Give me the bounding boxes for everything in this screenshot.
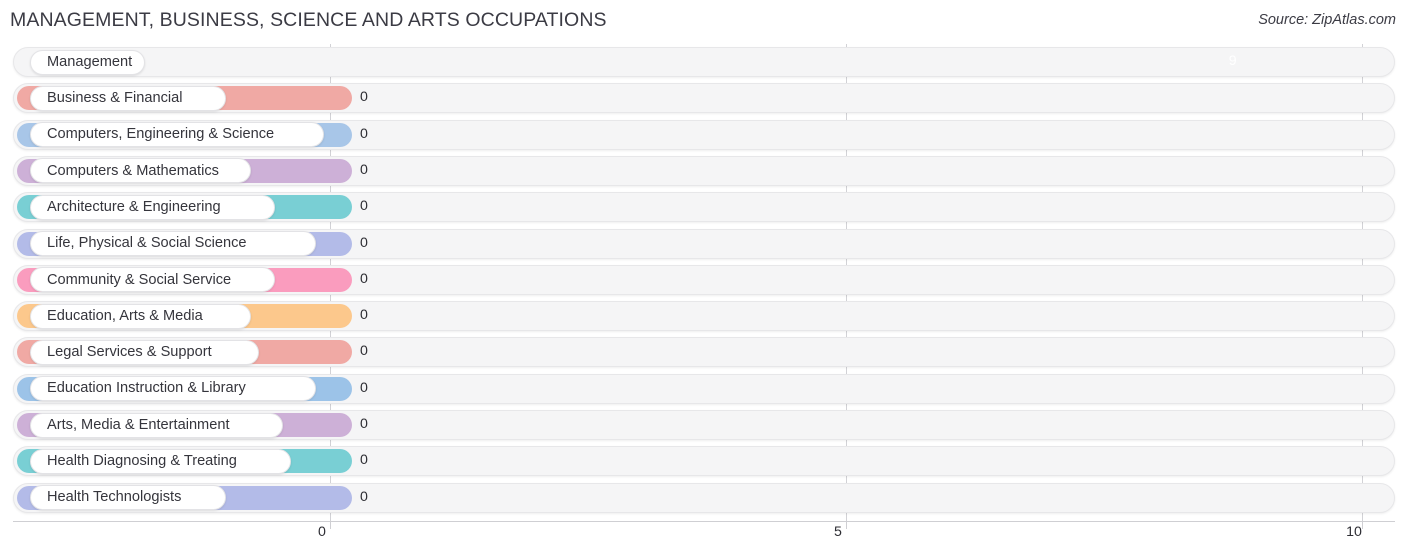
bar-value-label: 0: [360, 379, 368, 396]
category-label-pill: Health Technologists: [30, 485, 226, 511]
axis-line: [13, 521, 1395, 522]
category-label-pill: Health Diagnosing & Treating: [30, 448, 291, 474]
chart-header: MANAGEMENT, BUSINESS, SCIENCE AND ARTS O…: [0, 0, 1406, 44]
bar-row[interactable]: Management 9: [0, 44, 1406, 80]
bar-row[interactable]: Business & Financial 0: [0, 80, 1406, 116]
category-label-pill: Education, Arts & Media: [30, 303, 251, 329]
category-label: Health Diagnosing & Treating: [47, 453, 237, 469]
tick-label: 10: [1346, 524, 1362, 540]
category-label: Management: [47, 53, 133, 70]
bar-row[interactable]: Education Instruction & Library 0: [0, 371, 1406, 407]
bar-value-label: 0: [360, 198, 368, 215]
plot-area: Management 9 Business & Financial 0 Computer…: [0, 44, 1406, 521]
bar-value-label: 0: [360, 416, 368, 432]
bar-row[interactable]: Architecture & Engineering 0: [0, 189, 1406, 225]
chart-page: MANAGEMENT, BUSINESS, SCIENCE AND ARTS O…: [0, 0, 1406, 558]
bar-row[interactable]: Life, Physical & Social Science 0: [0, 226, 1406, 262]
category-label: Architecture & Engineering: [47, 198, 221, 215]
category-label-pill: Arts, Media & Entertainment: [30, 412, 283, 438]
bar-row[interactable]: Computers, Engineering & Science 0: [0, 117, 1406, 153]
category-label: Health Technologists: [47, 489, 182, 506]
x-axis: 0 5 10: [0, 521, 1406, 558]
category-label: Computers & Mathematics: [47, 162, 219, 179]
bar-row[interactable]: Community & Social Service 0: [0, 262, 1406, 298]
category-label: Education Instruction & Library: [47, 380, 246, 397]
bar-row[interactable]: Health Technologists 0: [0, 480, 1406, 516]
category-label: Community & Social Service: [47, 271, 232, 288]
bar-row[interactable]: Education, Arts & Media 0: [0, 298, 1406, 334]
bar-value-label: 0: [360, 343, 368, 360]
bar-value-label: 9: [1228, 53, 1237, 69]
category-label-pill: Legal Services & Support: [30, 339, 259, 365]
bar-value-label: 0: [360, 488, 368, 505]
category-label-pill: Community & Social Service: [30, 267, 275, 293]
tick-mark: [846, 521, 847, 529]
category-label: Life, Physical & Social Science: [47, 235, 247, 252]
bar-value-label: 0: [360, 307, 368, 324]
bar-value-label: 0: [360, 452, 368, 469]
category-label: Legal Services & Support: [47, 344, 212, 361]
category-label-pill: Education Instruction & Library: [30, 376, 316, 402]
bar-row[interactable]: Health Diagnosing & Treating 0: [0, 443, 1406, 479]
category-label-pill: Architecture & Engineering: [30, 194, 275, 220]
bar-row[interactable]: Arts, Media & Entertainment 0: [0, 407, 1406, 443]
category-label-pill: Business & Financial: [30, 85, 226, 111]
bar-value-label: 0: [360, 161, 368, 178]
category-label-pill: Computers, Engineering & Science: [30, 122, 324, 148]
bar-row[interactable]: Computers & Mathematics 0: [0, 153, 1406, 189]
bar-value-label: 0: [360, 125, 368, 142]
source-attribution: Source: ZipAtlas.com: [1258, 12, 1396, 28]
category-label: Arts, Media & Entertainment: [47, 416, 230, 433]
bar-value-label: 0: [360, 89, 368, 106]
value-bar[interactable]: [17, 50, 1259, 74]
bar-value-label: 0: [360, 234, 368, 251]
tick-mark: [1362, 521, 1363, 529]
category-label-pill: Life, Physical & Social Science: [30, 231, 316, 256]
category-label-pill: Management: [30, 49, 145, 75]
tick-mark: [330, 521, 331, 529]
category-label: Computers, Engineering & Science: [47, 126, 275, 143]
category-label: Business & Financial: [47, 90, 183, 106]
tick-label: 0: [318, 524, 326, 540]
bar-row[interactable]: Legal Services & Support 0: [0, 334, 1406, 370]
page-title: MANAGEMENT, BUSINESS, SCIENCE AND ARTS O…: [10, 9, 607, 31]
category-label-pill: Computers & Mathematics: [30, 158, 251, 184]
category-label: Education, Arts & Media: [47, 307, 203, 324]
tick-label: 5: [834, 524, 842, 540]
bar-value-label: 0: [360, 270, 368, 287]
